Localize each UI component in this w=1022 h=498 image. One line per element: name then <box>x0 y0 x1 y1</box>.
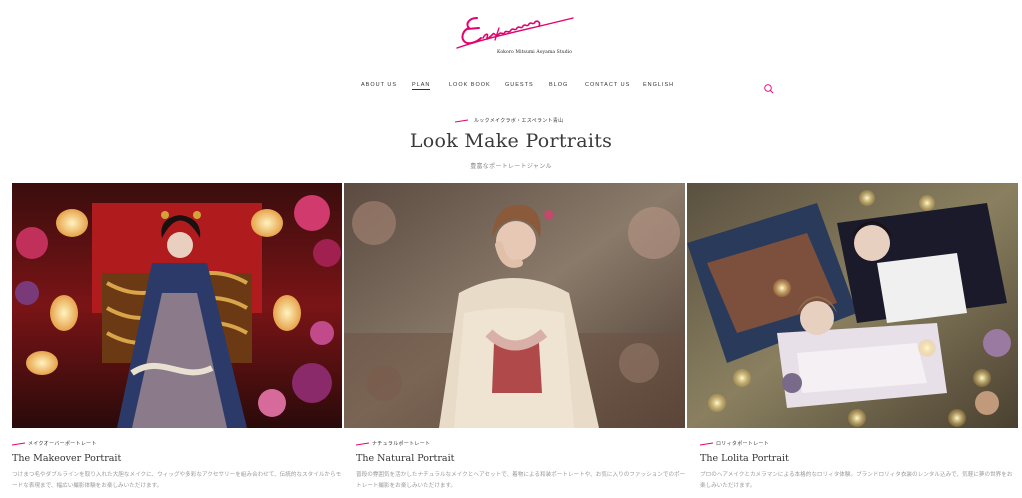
nav-item-about-us[interactable]: ABOUT US <box>361 82 397 88</box>
card-title-makeover[interactable]: The Makeover Portrait <box>12 453 121 464</box>
card-tag-makeover: メイクオーバーポートレート <box>12 440 212 448</box>
page-title: Look Make Portraits <box>409 130 613 152</box>
card-desc-natural: 普段の雰囲気を活かしたナチュラルなメイクとヘアセットで、着物による和装ポートレー… <box>356 472 686 489</box>
accent-dash-icon <box>356 442 370 446</box>
card-tag-natural: ナチュラルポートレート <box>356 440 556 448</box>
accent-dash-icon <box>700 442 714 446</box>
page-subtitle: 豊富なポートレートジャンル <box>470 163 552 170</box>
search-icon <box>764 84 774 94</box>
card-tag-text: メイクオーバーポートレート <box>28 441 97 447</box>
brand-logo[interactable]: Kokoro Mitsumi Aoyama Studio <box>455 8 577 63</box>
nav-item-guests[interactable]: GUESTS <box>505 82 534 88</box>
brand-subtitle: Kokoro Mitsumi Aoyama Studio <box>497 50 573 55</box>
nav-item-plan[interactable]: PLAN <box>412 82 431 90</box>
card-tag-lolita: ロリィタポートレート <box>700 440 900 448</box>
nav-item-contact-us[interactable]: CONTACT US <box>585 82 630 88</box>
accent-dash-icon <box>12 442 26 446</box>
card-title-natural[interactable]: The Natural Portrait <box>356 453 454 464</box>
main-nav: ABOUT US PLAN LOOK BOOK GUESTS BLOG CONT… <box>0 82 1022 92</box>
card-tag-text: ロリィタポートレート <box>716 441 770 447</box>
accent-dash-icon <box>455 119 469 123</box>
nav-item-blog[interactable]: BLOG <box>549 82 568 88</box>
nav-item-english[interactable]: ENGLISH <box>643 82 674 88</box>
card-tag-text: ナチュラルポートレート <box>372 441 431 447</box>
makeover-portrait-image[interactable] <box>12 183 342 428</box>
card-desc-makeover: つけまつ毛やダブルラインを取り入れた大胆なメイクに、ウィッグや多彩なアクセサリー… <box>12 472 342 489</box>
card-title-lolita[interactable]: The Lolita Portrait <box>700 453 789 464</box>
section-eyebrow-text: ルックメイクラボ・エスペラント青山 <box>474 118 564 124</box>
section-eyebrow: ルックメイクラボ・エスペラント青山 <box>0 116 1022 126</box>
card-desc-lolita: プロのヘアメイクとカメラマンによる本格的なロリィタ体験。ブランドロリィタ衣装のレ… <box>700 472 1013 489</box>
natural-portrait-image[interactable] <box>344 183 685 428</box>
search-button[interactable] <box>763 80 775 94</box>
nav-item-look-book[interactable]: LOOK BOOK <box>449 82 491 88</box>
lolita-portrait-image[interactable] <box>687 183 1018 428</box>
